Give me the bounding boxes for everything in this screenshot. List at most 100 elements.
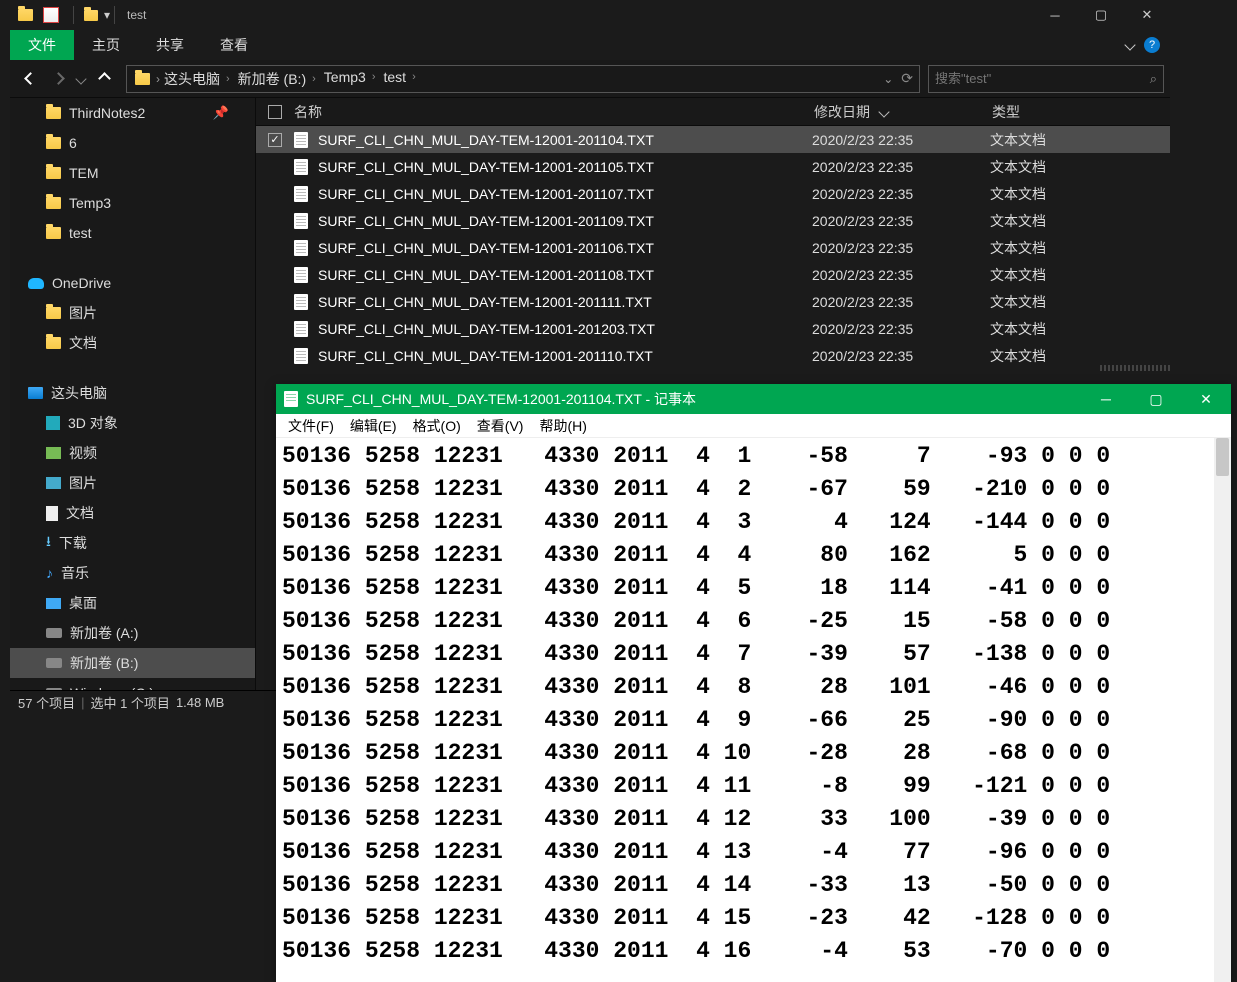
nav-item-label: OneDrive [52, 275, 111, 291]
nav-back-button[interactable] [16, 65, 44, 93]
file-row[interactable]: SURF_CLI_CHN_MUL_DAY-TEM-12001-201203.TX… [256, 315, 1170, 342]
breadcrumb-item[interactable]: 新加卷 (B:)› [234, 69, 320, 89]
nav-item[interactable]: 文档 [10, 328, 255, 358]
file-row[interactable]: SURF_CLI_CHN_MUL_DAY-TEM-12001-201107.TX… [256, 180, 1170, 207]
ribbon-collapse-icon[interactable] [1124, 39, 1135, 50]
minimize-button[interactable]: ─ [1081, 384, 1131, 414]
nav-item-label: 新加卷 (A:) [70, 623, 138, 643]
help-icon[interactable]: ? [1144, 37, 1160, 53]
nav-item[interactable]: OneDrive [10, 268, 255, 298]
nav-forward-button[interactable] [44, 65, 72, 93]
column-date[interactable]: 修改日期 [814, 102, 992, 122]
chevron-down-icon[interactable]: ⌄ [883, 72, 893, 86]
window-controls: ─ ▢ ✕ [1081, 384, 1231, 414]
chevron-right-icon: › [412, 71, 416, 83]
menu-item[interactable]: 查看(V) [471, 416, 530, 436]
navigation-pane[interactable]: ThirdNotes2📌6TEMTemp3testOneDrive图片文档这头电… [10, 98, 256, 690]
overflow-icon[interactable]: ▾ [104, 8, 110, 22]
desktop-icon [46, 598, 61, 609]
nav-item[interactable]: test [10, 218, 255, 248]
close-button[interactable]: ✕ [1181, 384, 1231, 414]
address-bar[interactable]: › 这头电脑›新加卷 (B:)›Temp3›test› ⌄ ⟳ [126, 65, 920, 93]
nav-item[interactable]: ThirdNotes2📌 [10, 98, 255, 128]
nav-item[interactable]: TEM [10, 158, 255, 188]
column-type[interactable]: 类型 [992, 102, 1170, 122]
file-row[interactable]: SURF_CLI_CHN_MUL_DAY-TEM-12001-201105.TX… [256, 153, 1170, 180]
notepad-titlebar[interactable]: SURF_CLI_CHN_MUL_DAY-TEM-12001-201104.TX… [276, 384, 1231, 414]
text-file-icon [294, 240, 308, 256]
nav-item[interactable]: 新加卷 (B:) [10, 648, 255, 678]
scrollbar-vertical[interactable] [1214, 438, 1231, 982]
nav-item[interactable]: 图片 [10, 468, 255, 498]
file-date: 2020/2/23 22:35 [812, 294, 990, 310]
ribbon-tab-2[interactable]: 共享 [138, 30, 202, 60]
nav-item[interactable]: ⭳下载 [10, 528, 255, 558]
nav-item[interactable]: 新加卷 (A:) [10, 618, 255, 648]
resize-decoration [1100, 365, 1170, 371]
ribbon-tab-3[interactable]: 查看 [202, 30, 266, 60]
maximize-button[interactable]: ▢ [1078, 0, 1124, 30]
file-type: 文本文档 [990, 130, 1046, 150]
maximize-button[interactable]: ▢ [1131, 384, 1181, 414]
search-input[interactable] [935, 71, 1150, 86]
nav-up-button[interactable] [90, 65, 118, 93]
menu-item[interactable]: 格式(O) [407, 416, 467, 436]
nav-item[interactable]: 3D 对象 [10, 408, 255, 438]
file-type: 文本文档 [990, 211, 1046, 231]
document-icon [46, 506, 58, 521]
file-row[interactable]: SURF_CLI_CHN_MUL_DAY-TEM-12001-201104.TX… [256, 126, 1170, 153]
nav-item[interactable]: 6 [10, 128, 255, 158]
file-row[interactable]: SURF_CLI_CHN_MUL_DAY-TEM-12001-201106.TX… [256, 234, 1170, 261]
nav-item[interactable]: 图片 [10, 298, 255, 328]
breadcrumb-item[interactable]: Temp3› [320, 69, 380, 85]
menu-item[interactable]: 文件(F) [282, 416, 340, 436]
file-row[interactable]: SURF_CLI_CHN_MUL_DAY-TEM-12001-201108.TX… [256, 261, 1170, 288]
ribbon-tab-0[interactable]: 文件 [10, 30, 74, 60]
nav-item[interactable]: 视频 [10, 438, 255, 468]
drive-icon [46, 658, 62, 668]
status-selection: 选中 1 个项目 [90, 693, 169, 712]
nav-item[interactable]: ♪音乐 [10, 558, 255, 588]
nav-item-label: ThirdNotes2 [69, 105, 145, 121]
nav-history-button[interactable] [72, 65, 90, 93]
nav-item[interactable]: 桌面 [10, 588, 255, 618]
file-type: 文本文档 [990, 238, 1046, 258]
explorer-titlebar[interactable]: ▾ test ─ ▢ ✕ [10, 0, 1170, 30]
search-box[interactable]: ⌕ [928, 65, 1164, 93]
file-row[interactable]: SURF_CLI_CHN_MUL_DAY-TEM-12001-201111.TX… [256, 288, 1170, 315]
folder-icon [46, 307, 61, 319]
refresh-icon[interactable]: ⟳ [901, 70, 913, 87]
breadcrumb-item[interactable]: test› [380, 69, 420, 85]
nav-item[interactable]: 这头电脑 [10, 378, 255, 408]
nav-item[interactable]: 文档 [10, 498, 255, 528]
nav-item-label: 6 [69, 135, 77, 151]
file-type: 文本文档 [990, 184, 1046, 204]
notepad-file-icon [284, 391, 298, 407]
file-name: SURF_CLI_CHN_MUL_DAY-TEM-12001-201108.TX… [318, 267, 812, 283]
breadcrumb-item[interactable]: 这头电脑› [160, 69, 234, 89]
properties-icon[interactable] [43, 7, 59, 23]
notepad-text-area[interactable]: 50136 5258 12231 4330 2011 4 1 -58 7 -93… [276, 438, 1231, 982]
nav-item-label: 音乐 [61, 563, 89, 583]
file-name: SURF_CLI_CHN_MUL_DAY-TEM-12001-201111.TX… [318, 294, 812, 310]
folder-icon [46, 167, 61, 179]
row-checkbox[interactable] [268, 133, 282, 147]
minimize-button[interactable]: ─ [1032, 0, 1078, 30]
nav-item[interactable]: Temp3 [10, 188, 255, 218]
nav-item[interactable]: Windows (C:) [10, 678, 255, 690]
menu-item[interactable]: 编辑(E) [344, 416, 403, 436]
notepad-window: SURF_CLI_CHN_MUL_DAY-TEM-12001-201104.TX… [276, 384, 1231, 982]
file-row[interactable]: SURF_CLI_CHN_MUL_DAY-TEM-12001-201110.TX… [256, 342, 1170, 369]
separator [73, 6, 74, 24]
folder-icon[interactable] [84, 10, 98, 21]
menu-item[interactable]: 帮助(H) [533, 416, 592, 436]
search-icon[interactable]: ⌕ [1150, 71, 1157, 87]
window-title: test [127, 8, 146, 22]
ribbon-tab-1[interactable]: 主页 [74, 30, 138, 60]
close-button[interactable]: ✕ [1124, 0, 1170, 30]
file-date: 2020/2/23 22:35 [812, 186, 990, 202]
file-row[interactable]: SURF_CLI_CHN_MUL_DAY-TEM-12001-201109.TX… [256, 207, 1170, 234]
column-name[interactable]: 名称 [294, 102, 814, 122]
scrollbar-thumb[interactable] [1216, 438, 1229, 476]
select-all-checkbox[interactable] [268, 105, 282, 119]
